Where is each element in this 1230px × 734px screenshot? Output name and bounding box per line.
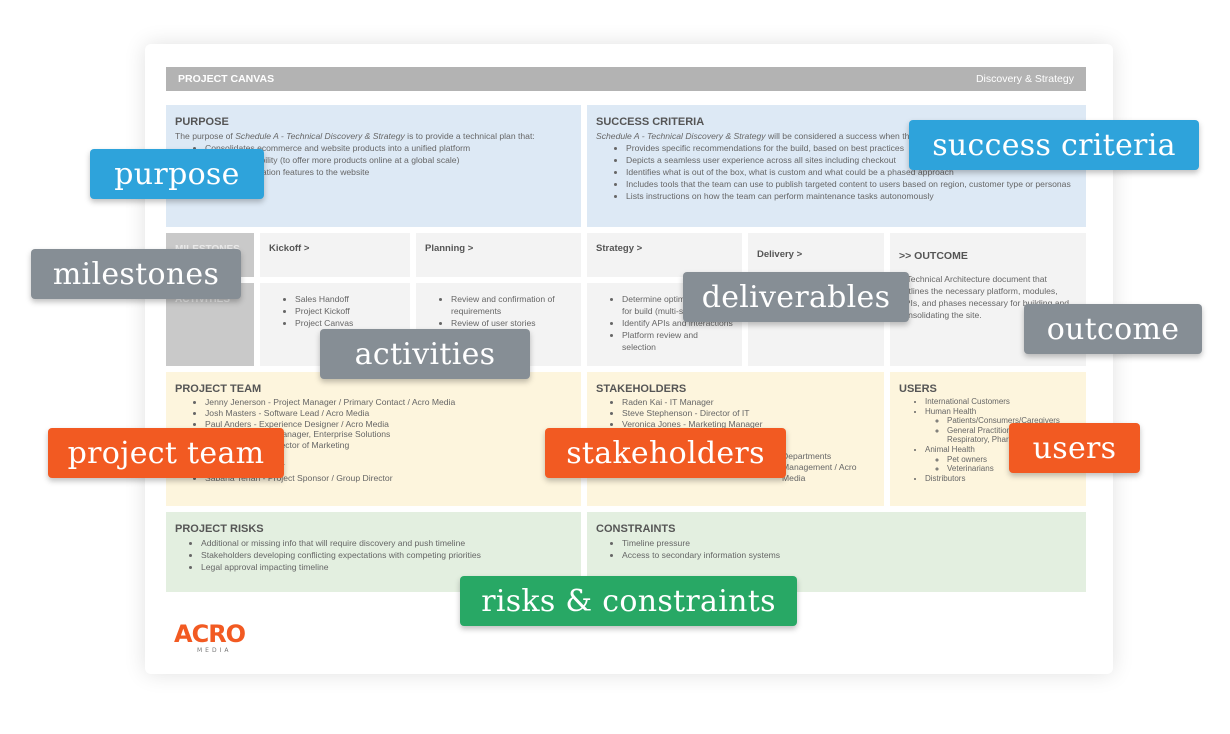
milestone-planning: Planning > — [416, 233, 581, 277]
list-item: Platform review and selection — [622, 329, 733, 353]
tag-outcome: outcome — [1024, 304, 1202, 354]
tag-stakeholders: stakeholders — [545, 428, 786, 478]
activities-list: Sales Handoff Project Kickoff Project Ca… — [269, 293, 401, 329]
risks-list: Additional or missing info that will req… — [175, 537, 572, 573]
canvas-header: PROJECT CANVAS Discovery & Strategy — [166, 67, 1086, 91]
stakeholders-title: STAKEHOLDERS — [596, 383, 687, 395]
list-item: Access to secondary information systems — [622, 549, 1077, 561]
tag-success-criteria: success criteria — [909, 120, 1199, 170]
list-item: Legal approval impacting timeline — [201, 561, 572, 573]
acro-logo-icon: ACRO MEDIA — [174, 620, 247, 654]
constraints-list: Timeline pressure Access to secondary in… — [596, 537, 1077, 561]
list-item-text: Human Health — [925, 406, 977, 416]
tag-milestones: milestones — [31, 249, 241, 299]
risks-title: PROJECT RISKS — [175, 523, 264, 535]
list-item: Lists instructions on how the team can p… — [626, 190, 1077, 202]
purpose-title: PURPOSE — [175, 116, 229, 128]
canvas-subtitle: Discovery & Strategy — [975, 73, 1074, 85]
list-item: Additional or missing info that will req… — [201, 537, 572, 549]
list-item: Project Canvas — [295, 317, 401, 329]
tag-users: users — [1009, 423, 1140, 473]
list-item-text: Departments — [782, 450, 832, 461]
tag-deliverables: deliverables — [683, 272, 909, 322]
list-item: International Customers — [925, 397, 1077, 407]
purpose-intro-prefix: The purpose of — [175, 131, 236, 141]
list-item-text: Animal Health — [925, 444, 975, 454]
purpose-intro-italic: Schedule A - Technical Discovery & Strat… — [235, 131, 405, 141]
milestone-label: Kickoff > — [269, 243, 310, 254]
team-title: PROJECT TEAM — [175, 383, 262, 395]
tag-risks-constraints: risks & constraints — [460, 576, 797, 626]
users-title: USERS — [899, 383, 937, 395]
list-item: Distributors — [925, 474, 1077, 484]
success-intro-italic: Schedule A - Technical Discovery & Strat… — [596, 131, 766, 141]
list-item: Includes tools that the team can use to … — [626, 178, 1077, 190]
list-item: Sales Handoff — [295, 293, 401, 305]
list-item: Raden Kai - IT Manager — [622, 397, 875, 408]
milestone-label: Planning > — [425, 243, 474, 254]
tag-project-team: project team — [48, 428, 284, 478]
constraints-title: CONSTRAINTS — [596, 523, 676, 535]
outcome-title: >> OUTCOME — [899, 250, 968, 262]
milestone-label: Delivery > — [757, 249, 803, 260]
list-item: Review and confirmation of requirements — [451, 293, 572, 317]
logo-subtext: MEDIA — [197, 647, 231, 654]
list-item: Steve Stephenson - Director of IT — [622, 408, 875, 419]
activities-list: Review and confirmation of requirements … — [425, 293, 572, 329]
list-item: Timeline pressure — [622, 537, 1077, 549]
milestone-strategy: Strategy > — [587, 233, 742, 277]
list-item: Stakeholders developing conflicting expe… — [201, 549, 572, 561]
canvas-title: PROJECT CANVAS — [178, 73, 275, 85]
purpose-intro-suffix: is to provide a technical plan that: — [404, 131, 535, 141]
logo-wordmark: ACRO — [174, 620, 246, 648]
list-item: Review of user stories — [451, 317, 572, 329]
milestone-label: Strategy > — [596, 243, 643, 254]
tag-activities: activities — [320, 329, 530, 379]
list-item: Project Kickoff — [295, 305, 401, 317]
acro-media-logo: ACRO MEDIA — [172, 620, 262, 656]
milestone-kickoff: Kickoff > — [260, 233, 410, 277]
list-item-text: Management / Acro Media — [782, 461, 857, 483]
list-item: Jenny Jenerson - Project Manager / Prima… — [205, 397, 572, 408]
list-item: Josh Masters - Software Lead / Acro Medi… — [205, 408, 572, 419]
purpose-intro: The purpose of Schedule A - Technical Di… — [175, 130, 572, 142]
tag-purpose: purpose — [90, 149, 264, 199]
